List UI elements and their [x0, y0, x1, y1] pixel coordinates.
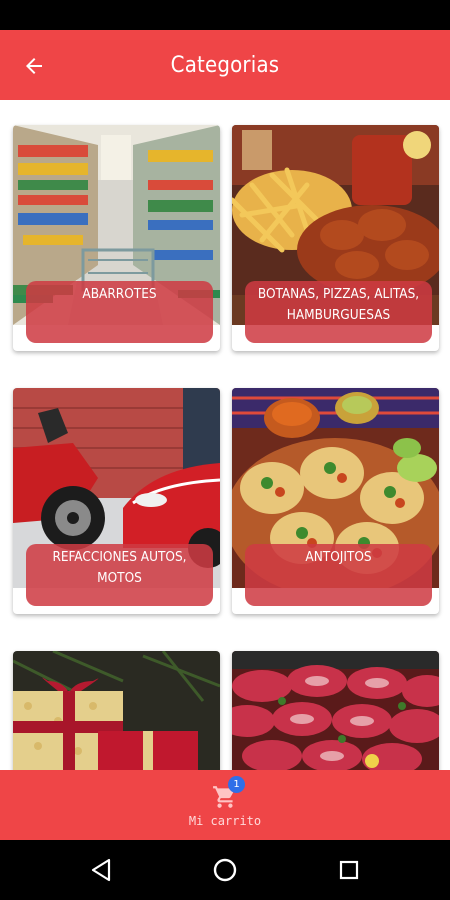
cart-count-badge: 1	[228, 776, 245, 793]
back-button[interactable]	[18, 50, 50, 82]
system-back-button[interactable]	[86, 855, 116, 885]
system-navigation-bar	[0, 840, 450, 900]
category-card-abarrotes[interactable]: ABARROTES	[13, 125, 220, 351]
category-image-meat-cuts	[232, 651, 439, 770]
status-bar	[0, 0, 450, 30]
system-home-button[interactable]	[210, 855, 240, 885]
category-label: ABARROTES	[26, 281, 213, 343]
system-recents-button[interactable]	[334, 855, 364, 885]
arrow-left-icon	[26, 58, 42, 74]
category-card-refacciones[interactable]: REFACCIONES AUTOS, MOTOS	[13, 388, 220, 614]
page-title: Categorias	[170, 52, 280, 78]
square-recents-icon	[339, 860, 359, 880]
triangle-back-icon	[91, 858, 111, 882]
category-image-gift-boxes	[13, 651, 220, 770]
category-card-antojitos[interactable]: ANTOJITOS	[232, 388, 439, 614]
category-label: BOTANAS, PIZZAS, ALITAS, HAMBURGUESAS	[245, 281, 432, 343]
app-screen: Categorias ABARROTES BOTANAS, PIZZAS, AL…	[0, 0, 450, 900]
bottom-navigation: 1 Mi carrito	[0, 770, 450, 840]
cart-label[interactable]: Mi carrito	[189, 814, 261, 828]
category-card-carnes[interactable]	[232, 651, 439, 770]
category-label: ANTOJITOS	[245, 544, 432, 606]
category-label: REFACCIONES AUTOS, MOTOS	[26, 544, 213, 606]
circle-home-icon	[213, 858, 237, 882]
category-card-regalos[interactable]	[13, 651, 220, 770]
category-grid: ABARROTES BOTANAS, PIZZAS, ALITAS, HAMBU…	[0, 100, 450, 770]
category-card-botanas[interactable]: BOTANAS, PIZZAS, ALITAS, HAMBURGUESAS	[232, 125, 439, 351]
cart-button[interactable]: 1	[211, 776, 245, 810]
app-bar: Categorias	[0, 30, 450, 100]
